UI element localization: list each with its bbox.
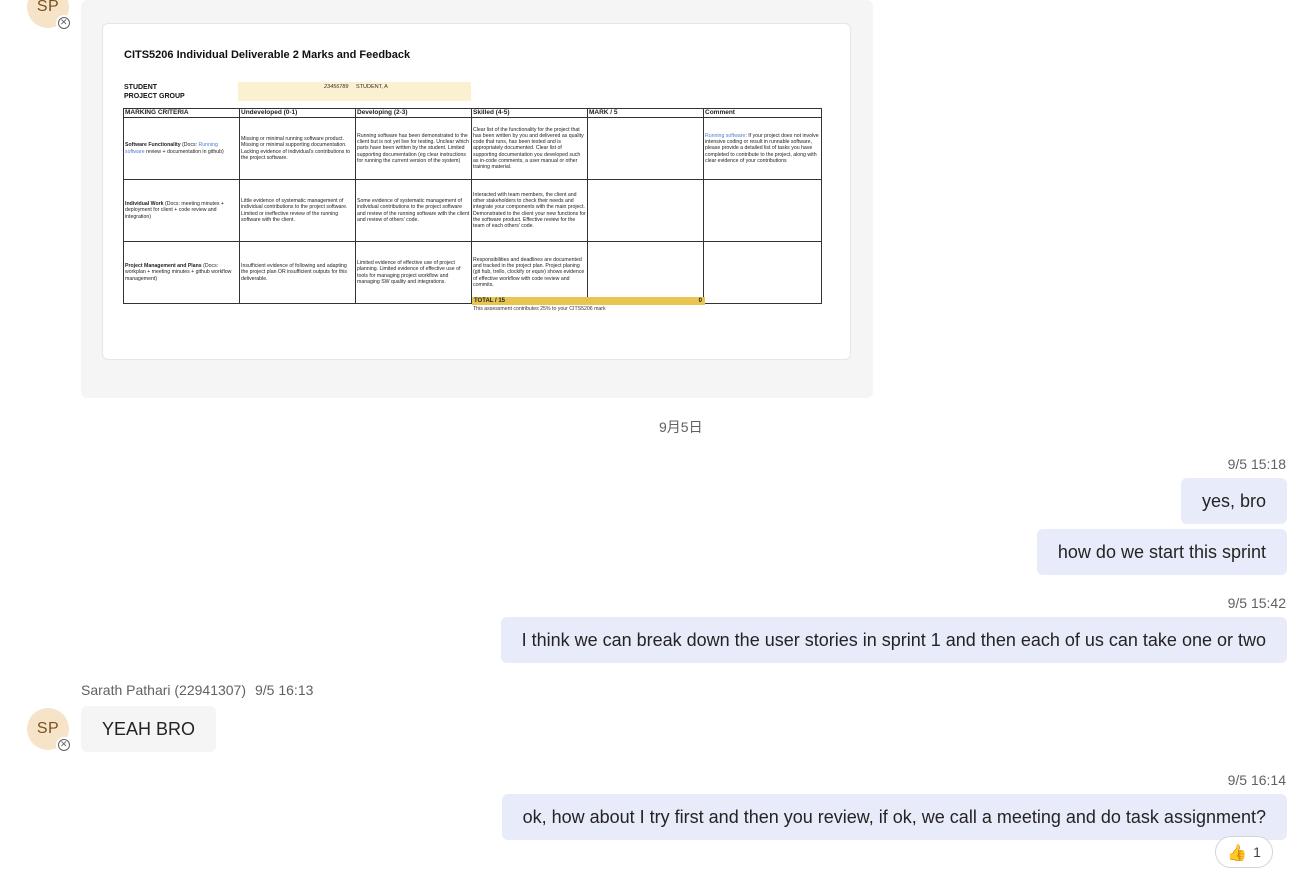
developing-cell: Limited evidence of effective use of pro…: [355, 241, 472, 304]
criteria-cell: Project Management and Plans (Docs: work…: [123, 241, 240, 304]
message-timestamp: 9/5 16:14: [1227, 772, 1286, 788]
mark-cell: [587, 179, 704, 242]
message-time: 9/5 16:13: [255, 682, 314, 698]
assessment-note: This assessment contributes 25% to your …: [473, 306, 606, 312]
rubric-table: MARKING CRITERIA Undeveloped (0-1) Devel…: [123, 108, 822, 304]
criteria-cell: Individual Work (Docs: meeting minutes +…: [123, 179, 240, 242]
student-id-box: 23456789 STUDENT, A: [238, 82, 471, 101]
student-label: STUDENT: [124, 84, 158, 91]
project-group-label: PROJECT GROUP: [124, 93, 185, 100]
undeveloped-cell: Insufficient evidence of following and a…: [239, 241, 356, 304]
sender-line: Sarath Pathari (22941307) 9/5 16:13: [81, 682, 313, 698]
mark-cell: [587, 117, 704, 180]
reaction-badge[interactable]: 👍 1: [1215, 836, 1273, 868]
rubric-header-row: MARKING CRITERIA Undeveloped (0-1) Devel…: [123, 108, 822, 118]
student-id: 23456789: [324, 84, 349, 90]
total-label: TOTAL / 15: [474, 298, 506, 304]
rubric-header: Comment: [703, 108, 822, 118]
skilled-cell: Interacted with team members, the client…: [471, 179, 588, 242]
attachment-card[interactable]: CITS5206 Individual Deliverable 2 Marks …: [81, 0, 873, 398]
criteria-cell: Software Functionality (Docs: Running so…: [123, 117, 240, 180]
rubric-header: MARK / 5: [587, 108, 704, 118]
mark-cell: [587, 241, 704, 304]
skilled-cell: Clear list of the functionality for the …: [471, 117, 588, 180]
incoming-message[interactable]: YEAH BRO: [81, 706, 217, 752]
message-timestamp: 9/5 15:18: [1227, 456, 1286, 472]
sender-avatar[interactable]: SP ✕: [27, 0, 72, 31]
outgoing-message[interactable]: I think we can break down the user stori…: [500, 617, 1287, 663]
rubric-header: Undeveloped (0-1): [239, 108, 356, 118]
developing-cell: Running software has been demonstrated t…: [355, 117, 472, 180]
sender-avatar[interactable]: SP ✕: [27, 708, 72, 753]
outgoing-message[interactable]: yes, bro: [1180, 478, 1287, 524]
status-offline-icon: ✕: [56, 737, 72, 753]
undeveloped-cell: Missing or minimal running software prod…: [239, 117, 356, 180]
rubric-header: MARKING CRITERIA: [123, 108, 240, 118]
comment-cell: [703, 179, 822, 242]
total-value: 0: [698, 298, 702, 304]
sender-name[interactable]: Sarath Pathari (22941307): [81, 682, 246, 698]
rubric-header: Skilled (4-5): [471, 108, 588, 118]
avatar-initials: SP: [36, 720, 60, 737]
date-divider-label: 9月5日: [659, 419, 703, 435]
rubric-row: Individual Work (Docs: meeting minutes +…: [123, 179, 822, 242]
total-bar: TOTAL / 15 0: [472, 297, 705, 305]
document-preview[interactable]: CITS5206 Individual Deliverable 2 Marks …: [102, 23, 851, 360]
comment-cell: Running software: If your project does n…: [703, 117, 822, 180]
developing-cell: Some evidence of systematic management o…: [355, 179, 472, 242]
thumbs-up-icon: 👍: [1227, 842, 1248, 862]
student-labels: STUDENT PROJECT GROUP: [124, 83, 185, 101]
avatar-initials: SP: [36, 0, 60, 15]
outgoing-message[interactable]: how do we start this sprint: [1036, 529, 1287, 575]
rubric-header: Developing (2-3): [355, 108, 472, 118]
undeveloped-cell: Little evidence of systematic management…: [239, 179, 356, 242]
document-title: CITS5206 Individual Deliverable 2 Marks …: [124, 49, 411, 61]
message-timestamp: 9/5 15:42: [1227, 595, 1286, 611]
skilled-cell: Responsibilities and deadlines are docum…: [471, 241, 588, 304]
rubric-row: Project Management and Plans (Docs: work…: [123, 241, 822, 304]
student-name: STUDENT, A: [356, 84, 388, 90]
status-offline-icon: ✕: [56, 15, 72, 31]
reaction-count: 1: [1253, 844, 1261, 860]
outgoing-message[interactable]: ok, how about I try first and then you r…: [501, 794, 1287, 840]
comment-cell: [703, 241, 822, 304]
rubric-row: Software Functionality (Docs: Running so…: [123, 117, 822, 180]
